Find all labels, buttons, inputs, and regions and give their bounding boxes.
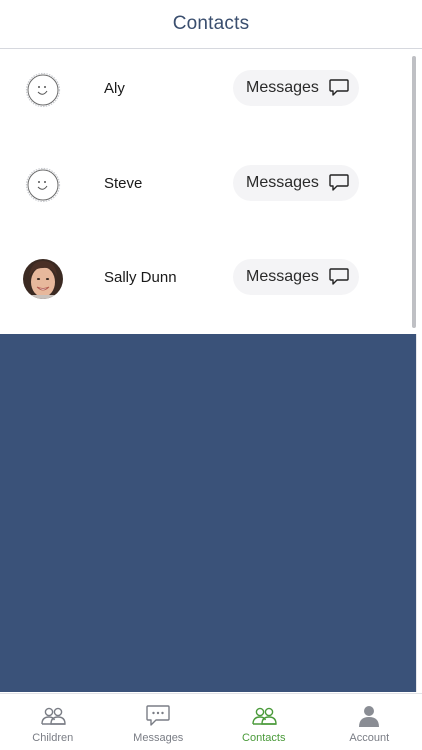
smiley-placeholder-icon bbox=[25, 167, 61, 202]
contact-name: Sally Dunn bbox=[104, 269, 177, 286]
contacts-icon bbox=[252, 707, 277, 725]
tab-children[interactable]: Children bbox=[0, 694, 106, 750]
person-icon bbox=[359, 706, 380, 727]
tab-contacts[interactable]: Contacts bbox=[211, 694, 317, 750]
avatar-photo bbox=[23, 259, 63, 299]
avatar bbox=[23, 165, 63, 205]
chat-bubble-icon bbox=[329, 268, 349, 285]
contact-name: Steve bbox=[104, 174, 143, 192]
content-background-panel bbox=[0, 334, 416, 692]
tab-label: Contacts bbox=[242, 732, 286, 744]
tab-label: Children bbox=[32, 732, 74, 744]
messages-button-label: Messages bbox=[246, 268, 319, 285]
app-header: Contacts bbox=[0, 0, 422, 49]
chat-icon bbox=[146, 705, 170, 726]
messages-button-label: Messages bbox=[246, 79, 319, 96]
messages-button[interactable]: Messages bbox=[233, 70, 359, 106]
bottom-tab-bar: Children Messages Contacts Account bbox=[0, 693, 422, 750]
tab-messages[interactable]: Messages bbox=[106, 694, 212, 750]
messages-button-label: Messages bbox=[246, 173, 319, 191]
scrollbar[interactable] bbox=[412, 56, 416, 328]
tab-account[interactable]: Account bbox=[317, 694, 422, 750]
contact-row-steve[interactable]: Steve Messages bbox=[0, 145, 416, 240]
page-title: Contacts bbox=[172, 13, 250, 34]
avatar bbox=[23, 70, 63, 110]
contact-name: Aly bbox=[104, 80, 125, 97]
contact-list: Aly Messages Steve Messages Sally Dunn M… bbox=[0, 50, 416, 334]
profile-photo bbox=[23, 259, 63, 299]
tab-label: Messages bbox=[133, 732, 184, 744]
tab-label: Account bbox=[349, 732, 390, 744]
contacts-screen: Contacts Aly Messages Steve Messages Sal… bbox=[0, 0, 422, 750]
scroll-track bbox=[416, 334, 422, 692]
chat-bubble-icon bbox=[329, 79, 349, 96]
messages-button[interactable]: Messages bbox=[233, 164, 359, 201]
chat-bubble-icon bbox=[329, 173, 349, 191]
contact-row-sally-dunn[interactable]: Sally Dunn Messages bbox=[0, 239, 416, 334]
contact-row-aly[interactable]: Aly Messages bbox=[0, 50, 416, 145]
messages-button[interactable]: Messages bbox=[233, 259, 359, 295]
smiley-placeholder-icon bbox=[25, 72, 61, 108]
people-icon bbox=[41, 707, 66, 725]
